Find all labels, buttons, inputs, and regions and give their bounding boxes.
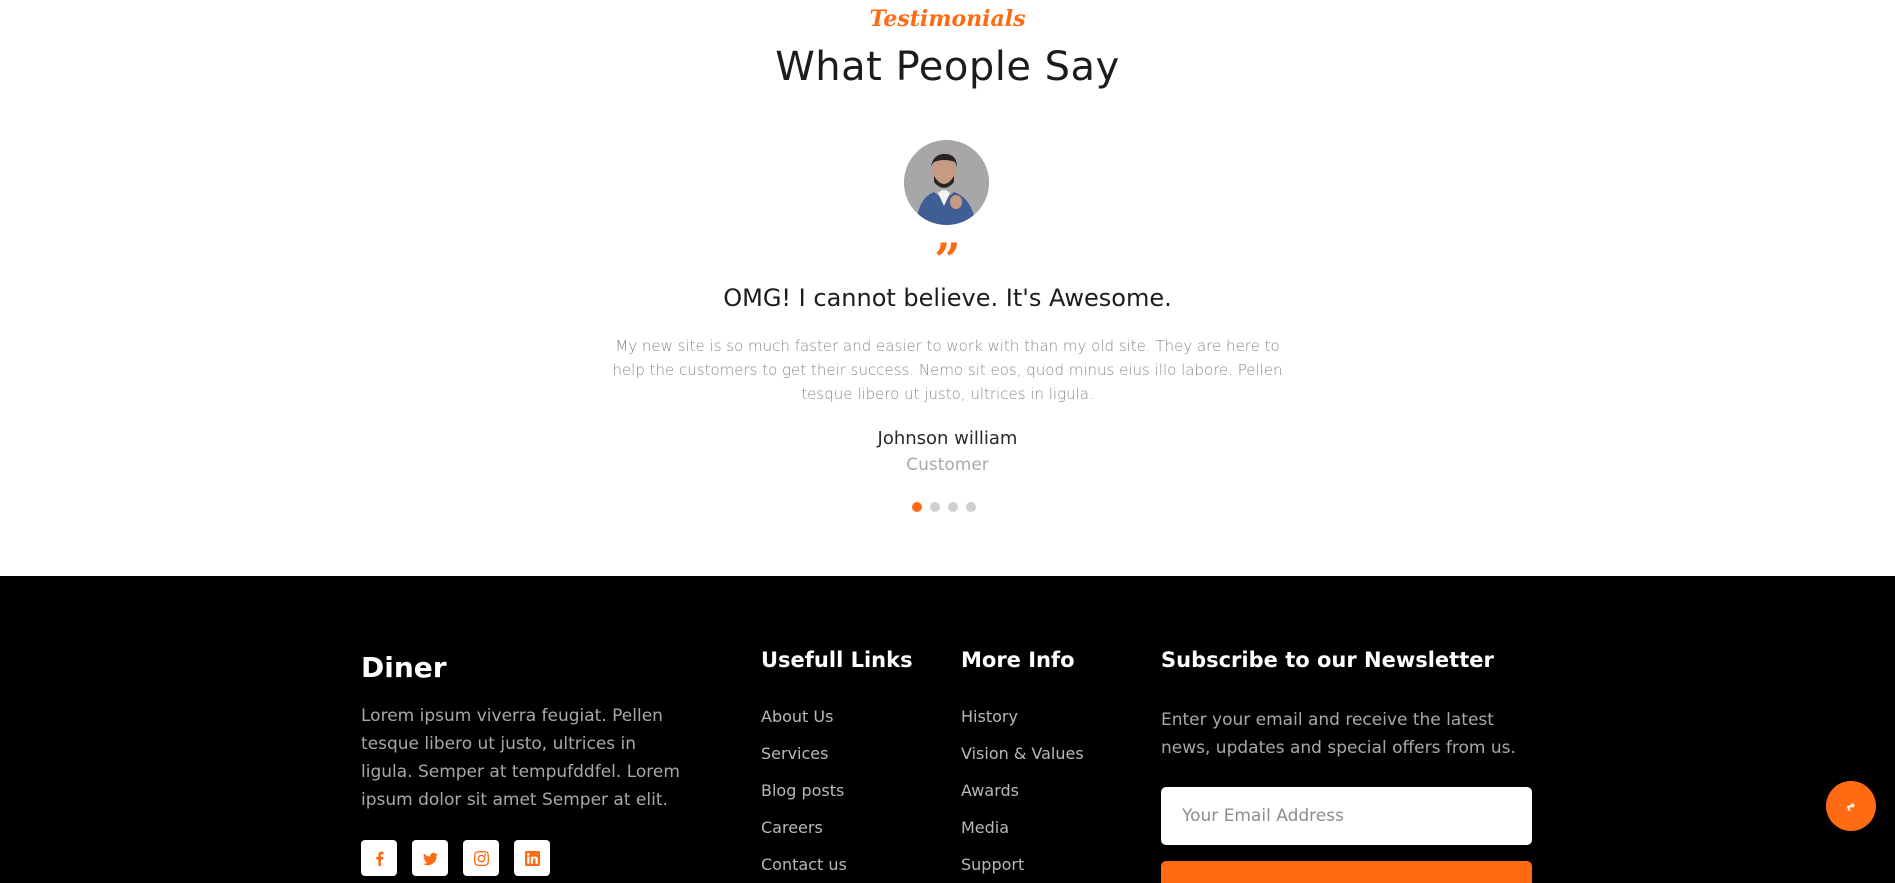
footer-brand[interactable]: Diner — [361, 651, 447, 684]
carousel-dot-1[interactable] — [912, 502, 922, 512]
scroll-to-top-button[interactable] — [1826, 781, 1876, 831]
footer-link-careers[interactable]: Careers — [761, 817, 847, 854]
footer-link-history[interactable]: History — [961, 706, 1084, 743]
footer-link-media[interactable]: Media — [961, 817, 1084, 854]
testimonial-body: My new site is so much faster and easier… — [612, 337, 1283, 403]
site-footer: Diner Lorem ipsum viverra feugiat. Pelle… — [0, 576, 1895, 883]
subscribe-button[interactable] — [1161, 861, 1532, 883]
facebook-link[interactable] — [361, 840, 397, 876]
instagram-link[interactable] — [463, 840, 499, 876]
useful-links-list: About Us Services Blog posts Careers Con… — [761, 706, 847, 883]
testimonials-section: Testimonials What People Say ” OMG! I ca… — [0, 0, 1895, 576]
twitter-link[interactable] — [412, 840, 448, 876]
carousel-dot-2[interactable] — [930, 502, 940, 512]
newsletter-title: Subscribe to our Newsletter — [1161, 648, 1494, 672]
quote-icon: ” — [934, 240, 961, 270]
footer-link-services[interactable]: Services — [761, 743, 847, 780]
instagram-icon — [473, 850, 489, 866]
footer-link-about-us[interactable]: About Us — [761, 706, 847, 743]
footer-about-text: Lorem ipsum viverra feugiat. Pellen tesq… — [361, 706, 680, 810]
more-info-list: History Vision & Values Awards Media Sup… — [961, 706, 1084, 883]
carousel-pagination — [912, 502, 976, 512]
twitter-icon — [422, 852, 438, 865]
footer-link-vision-values[interactable]: Vision & Values — [961, 743, 1084, 780]
testimonial-title: OMG! I cannot believe. It's Awesome. — [723, 284, 1172, 312]
customer-avatar — [904, 140, 989, 225]
carousel-dot-3[interactable] — [948, 502, 958, 512]
linkedin-link[interactable] — [514, 840, 550, 876]
social-links — [361, 840, 550, 876]
section-kicker: Testimonials — [869, 6, 1026, 32]
newsletter-description: Enter your email and receive the latest … — [1161, 710, 1516, 758]
footer-link-contact-us[interactable]: Contact us — [761, 854, 847, 883]
footer-link-awards[interactable]: Awards — [961, 780, 1084, 817]
footer-link-support[interactable]: Support — [961, 854, 1084, 883]
newsletter-email-input[interactable] — [1161, 787, 1532, 845]
more-info-title: More Info — [961, 648, 1075, 672]
arrow-up-icon — [1846, 802, 1855, 812]
footer-link-blog-posts[interactable]: Blog posts — [761, 780, 847, 817]
testimonial-author-role: Customer — [906, 455, 989, 475]
useful-links-title: Usefull Links — [761, 648, 913, 672]
section-heading: What People Say — [775, 44, 1120, 90]
carousel-dot-4[interactable] — [966, 502, 976, 512]
linkedin-icon — [524, 850, 540, 866]
testimonial-author-name: Johnson william — [877, 428, 1018, 449]
facebook-icon — [375, 851, 383, 866]
